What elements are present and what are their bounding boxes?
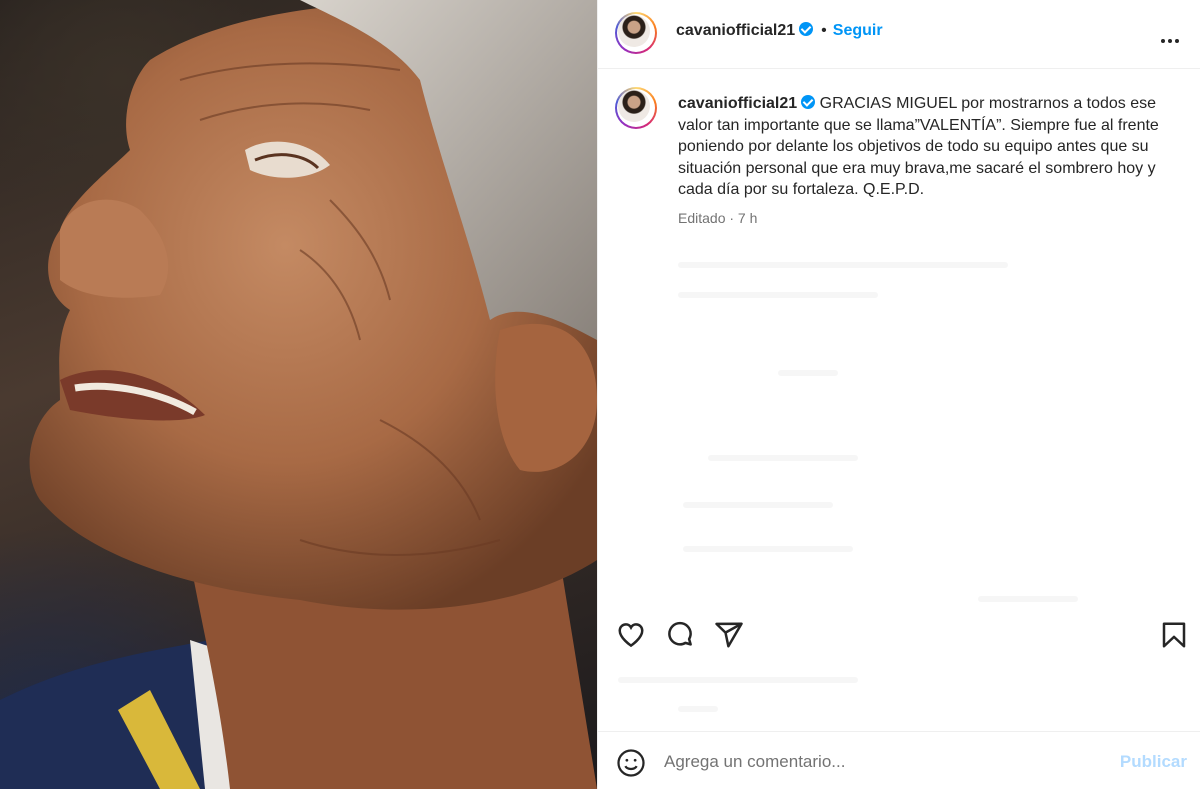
post-meta: Editado · 7 h <box>678 210 758 226</box>
ghost-line <box>778 370 838 376</box>
share-icon[interactable] <box>714 620 744 650</box>
ghost-line <box>683 502 833 508</box>
heart-icon[interactable] <box>616 620 646 650</box>
ghost-line <box>683 546 853 552</box>
verified-badge-icon <box>801 95 816 109</box>
publish-button[interactable]: Publicar <box>1120 752 1187 772</box>
post-panel: cavaniofficial21 • Seguir cavaniofficial21… <box>597 0 1200 789</box>
bookmark-icon[interactable] <box>1159 620 1189 650</box>
post-header: cavaniofficial21 • Seguir <box>598 0 1200 69</box>
more-options-icon[interactable] <box>1161 30 1183 43</box>
verified-badge-icon <box>799 22 814 36</box>
ghost-line <box>708 455 858 461</box>
header-username[interactable]: cavaniofficial21 <box>676 22 795 39</box>
ghost-line <box>678 262 1008 268</box>
separator-dot: • <box>821 22 827 39</box>
ghost-line <box>978 596 1078 602</box>
follow-button[interactable]: Seguir <box>833 22 883 39</box>
ghost-line <box>678 706 718 712</box>
caption: cavaniofficial21 GRACIAS MIGUEL por most… <box>678 93 1178 201</box>
caption-avatar[interactable] <box>615 87 657 129</box>
ghost-line <box>618 677 858 683</box>
post-actions <box>598 612 1200 658</box>
comment-bar: Publicar <box>598 731 1200 790</box>
post-photo-face <box>0 0 597 789</box>
comment-input[interactable] <box>664 750 1104 774</box>
header-user-line: cavaniofficial21 • Seguir <box>676 22 883 40</box>
caption-username[interactable]: cavaniofficial21 <box>678 95 797 112</box>
comment-icon[interactable] <box>665 620 695 650</box>
avatar[interactable] <box>615 12 657 54</box>
emoji-icon[interactable] <box>616 748 646 778</box>
ghost-line <box>678 292 878 298</box>
post-photo <box>0 0 597 789</box>
